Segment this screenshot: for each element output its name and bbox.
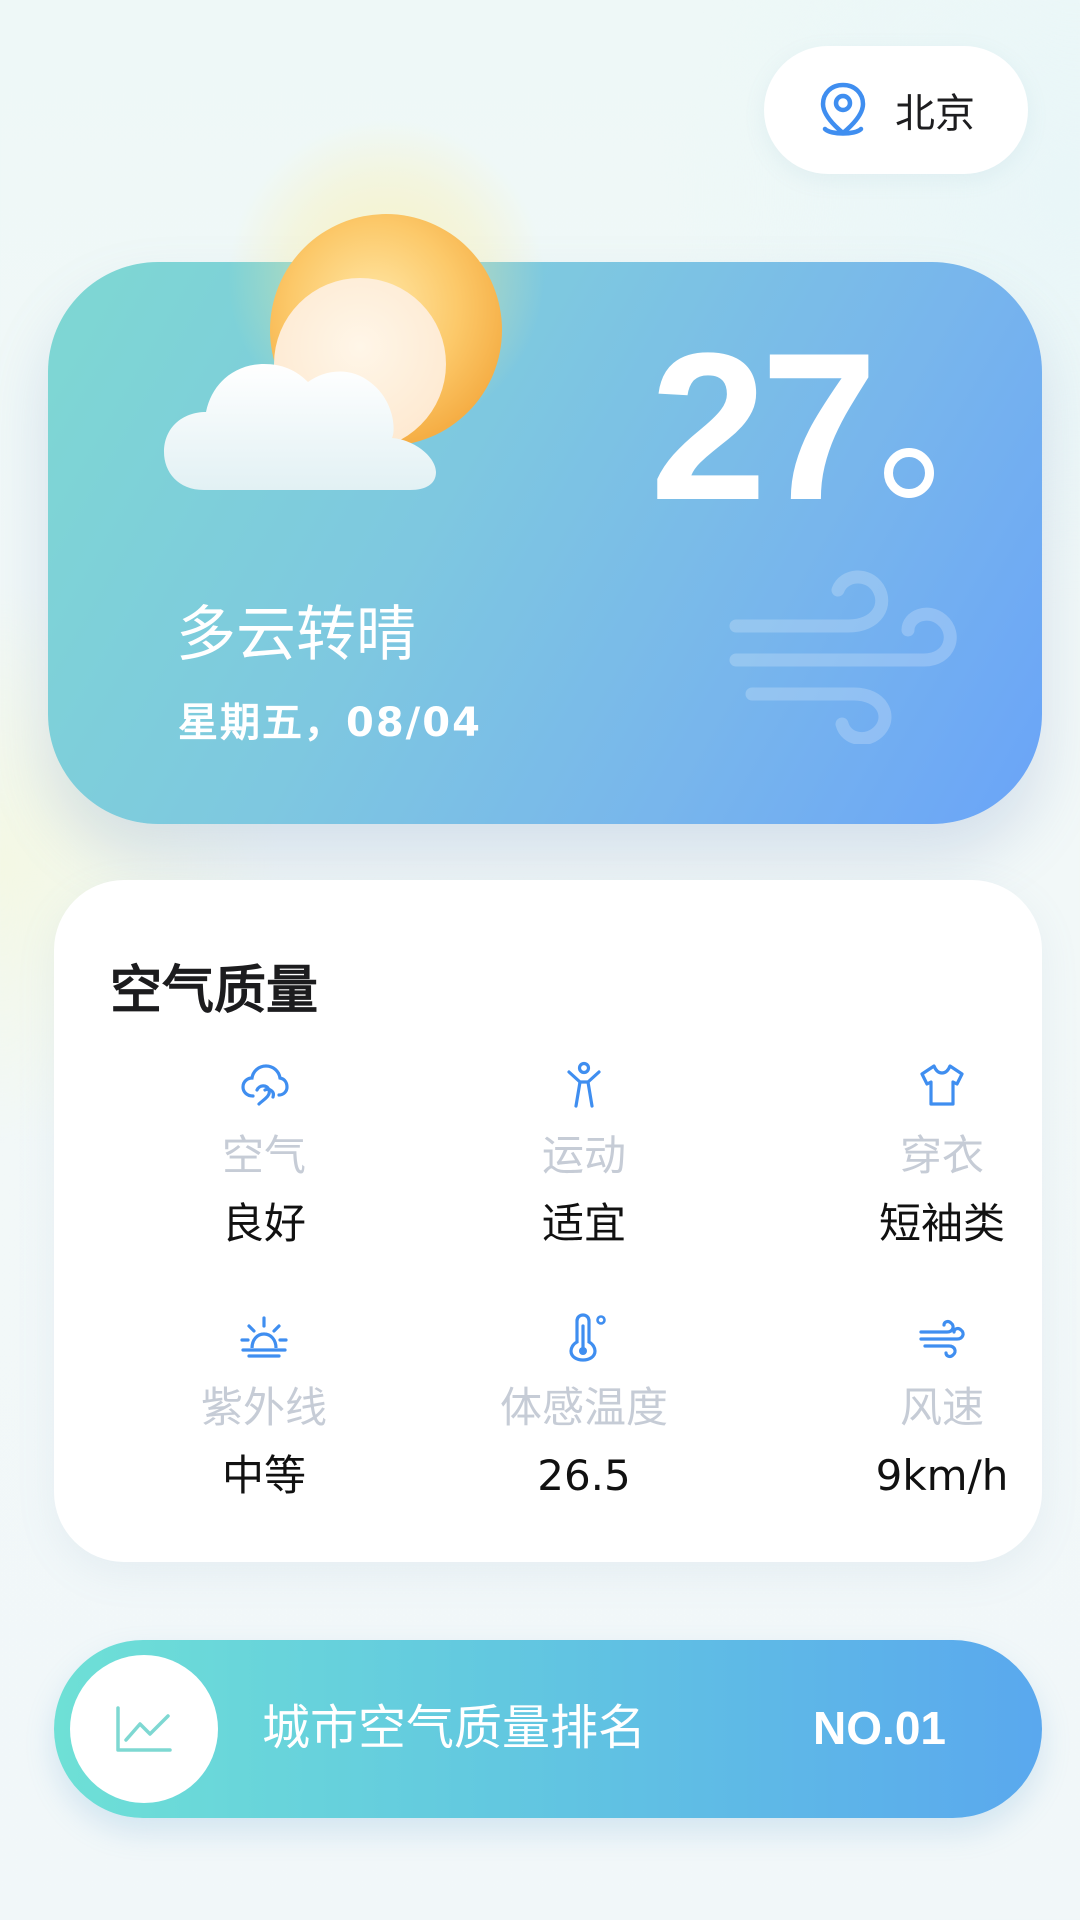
weather-condition: 多云转晴 <box>176 600 416 670</box>
aq-value: 26.5 <box>537 1451 631 1500</box>
location-selector[interactable]: 北京 <box>764 46 1028 174</box>
sunrise-icon <box>114 1312 414 1362</box>
tshirt-icon <box>792 1060 1080 1110</box>
wind-decoration-icon <box>728 564 958 744</box>
thermometer-icon <box>434 1312 734 1362</box>
aq-label: 穿衣 <box>899 1131 984 1180</box>
wind-icon <box>792 1312 1080 1362</box>
aq-label: 空气 <box>221 1131 306 1180</box>
aq-value: 适宜 <box>541 1199 626 1248</box>
aq-value: 9km/h <box>875 1451 1009 1500</box>
exercise-person-icon <box>434 1060 734 1110</box>
aq-item-air: 空气 良好 <box>114 1060 414 1252</box>
aq-label: 体感温度 <box>499 1383 668 1432</box>
aq-item-uv: 紫外线 中等 <box>114 1312 414 1504</box>
weather-date: 星期五，08/04 <box>178 700 482 746</box>
aq-value: 短袖类 <box>878 1199 1005 1248</box>
aq-item-clothing: 穿衣 短袖类 <box>792 1060 1080 1252</box>
air-quality-title: 空气质量 <box>110 961 319 1021</box>
aq-value: 良好 <box>221 1199 306 1248</box>
partly-cloudy-sun-icon <box>164 214 504 504</box>
aq-item-wind-speed: 风速 9km/h <box>792 1312 1080 1504</box>
aq-label: 风速 <box>899 1383 984 1432</box>
temperature-value: 27 <box>650 309 878 544</box>
aq-label: 运动 <box>541 1131 626 1180</box>
degree-symbol <box>884 448 934 498</box>
city-name: 北京 <box>895 91 975 137</box>
ranking-icon-badge <box>70 1655 218 1803</box>
ranking-value: NO.01 <box>813 1702 946 1754</box>
city-air-quality-ranking-button[interactable]: 城市空气质量排名 NO.01 <box>54 1640 1042 1818</box>
air-quality-panel: 空气质量 空气 良好 运动 适宜 穿衣 短袖类 紫外线 中等 体感温度 26.5… <box>54 880 1042 1562</box>
aq-item-exercise: 运动 适宜 <box>434 1060 734 1252</box>
aq-label: 紫外线 <box>200 1383 327 1432</box>
cloud-icon <box>114 1060 414 1110</box>
aq-item-feels-like: 体感温度 26.5 <box>434 1312 734 1504</box>
line-chart-icon <box>114 1704 174 1754</box>
ranking-label: 城市空气质量排名 <box>262 1700 647 1756</box>
aq-value: 中等 <box>221 1451 306 1500</box>
location-pin-icon <box>817 81 869 139</box>
